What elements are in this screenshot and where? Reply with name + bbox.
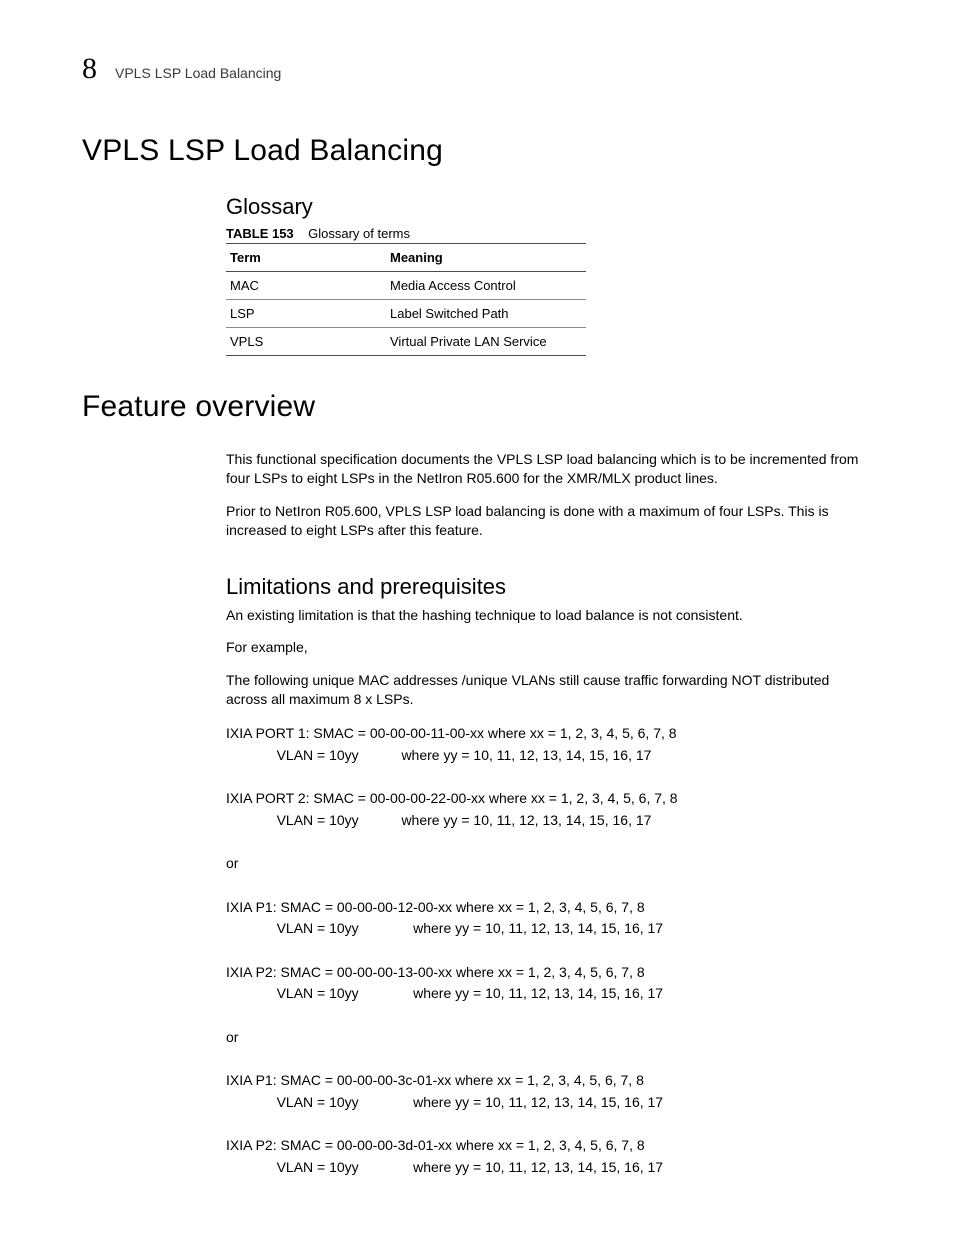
limitations-para-2: For example, [226,638,874,657]
table-number: TABLE 153 [226,226,294,241]
glossary-heading: Glossary [226,194,874,220]
cell-meaning: Media Access Control [386,272,586,300]
cell-term: VPLS [226,328,386,356]
overview-para-2: Prior to NetIron R05.600, VPLS LSP load … [226,502,874,540]
running-title: VPLS LSP Load Balancing [115,65,281,81]
col-meaning: Meaning [386,244,586,272]
section-title-vpls: VPLS LSP Load Balancing [82,134,874,168]
overview-para-1: This functional specification documents … [226,450,874,488]
section-title-overview: Feature overview [82,390,874,424]
example-block: IXIA PORT 1: SMAC = 00-00-00-11-00-xx wh… [226,723,874,1178]
cell-meaning: Label Switched Path [386,300,586,328]
col-term: Term [226,244,386,272]
glossary-table: Term Meaning MAC Media Access Control LS… [226,243,586,356]
table-row: LSP Label Switched Path [226,300,586,328]
table-caption: TABLE 153 Glossary of terms [226,226,874,241]
limitations-para-3: The following unique MAC addresses /uniq… [226,671,874,709]
running-header: 8 VPLS LSP Load Balancing [82,52,874,86]
cell-meaning: Virtual Private LAN Service [386,328,586,356]
cell-term: LSP [226,300,386,328]
table-caption-text: Glossary of terms [308,226,410,241]
limitations-para-1: An existing limitation is that the hashi… [226,606,874,625]
table-row: MAC Media Access Control [226,272,586,300]
limitations-heading: Limitations and prerequisites [226,574,874,600]
chapter-number: 8 [82,52,97,86]
table-row: VPLS Virtual Private LAN Service [226,328,586,356]
table-header-row: Term Meaning [226,244,586,272]
cell-term: MAC [226,272,386,300]
